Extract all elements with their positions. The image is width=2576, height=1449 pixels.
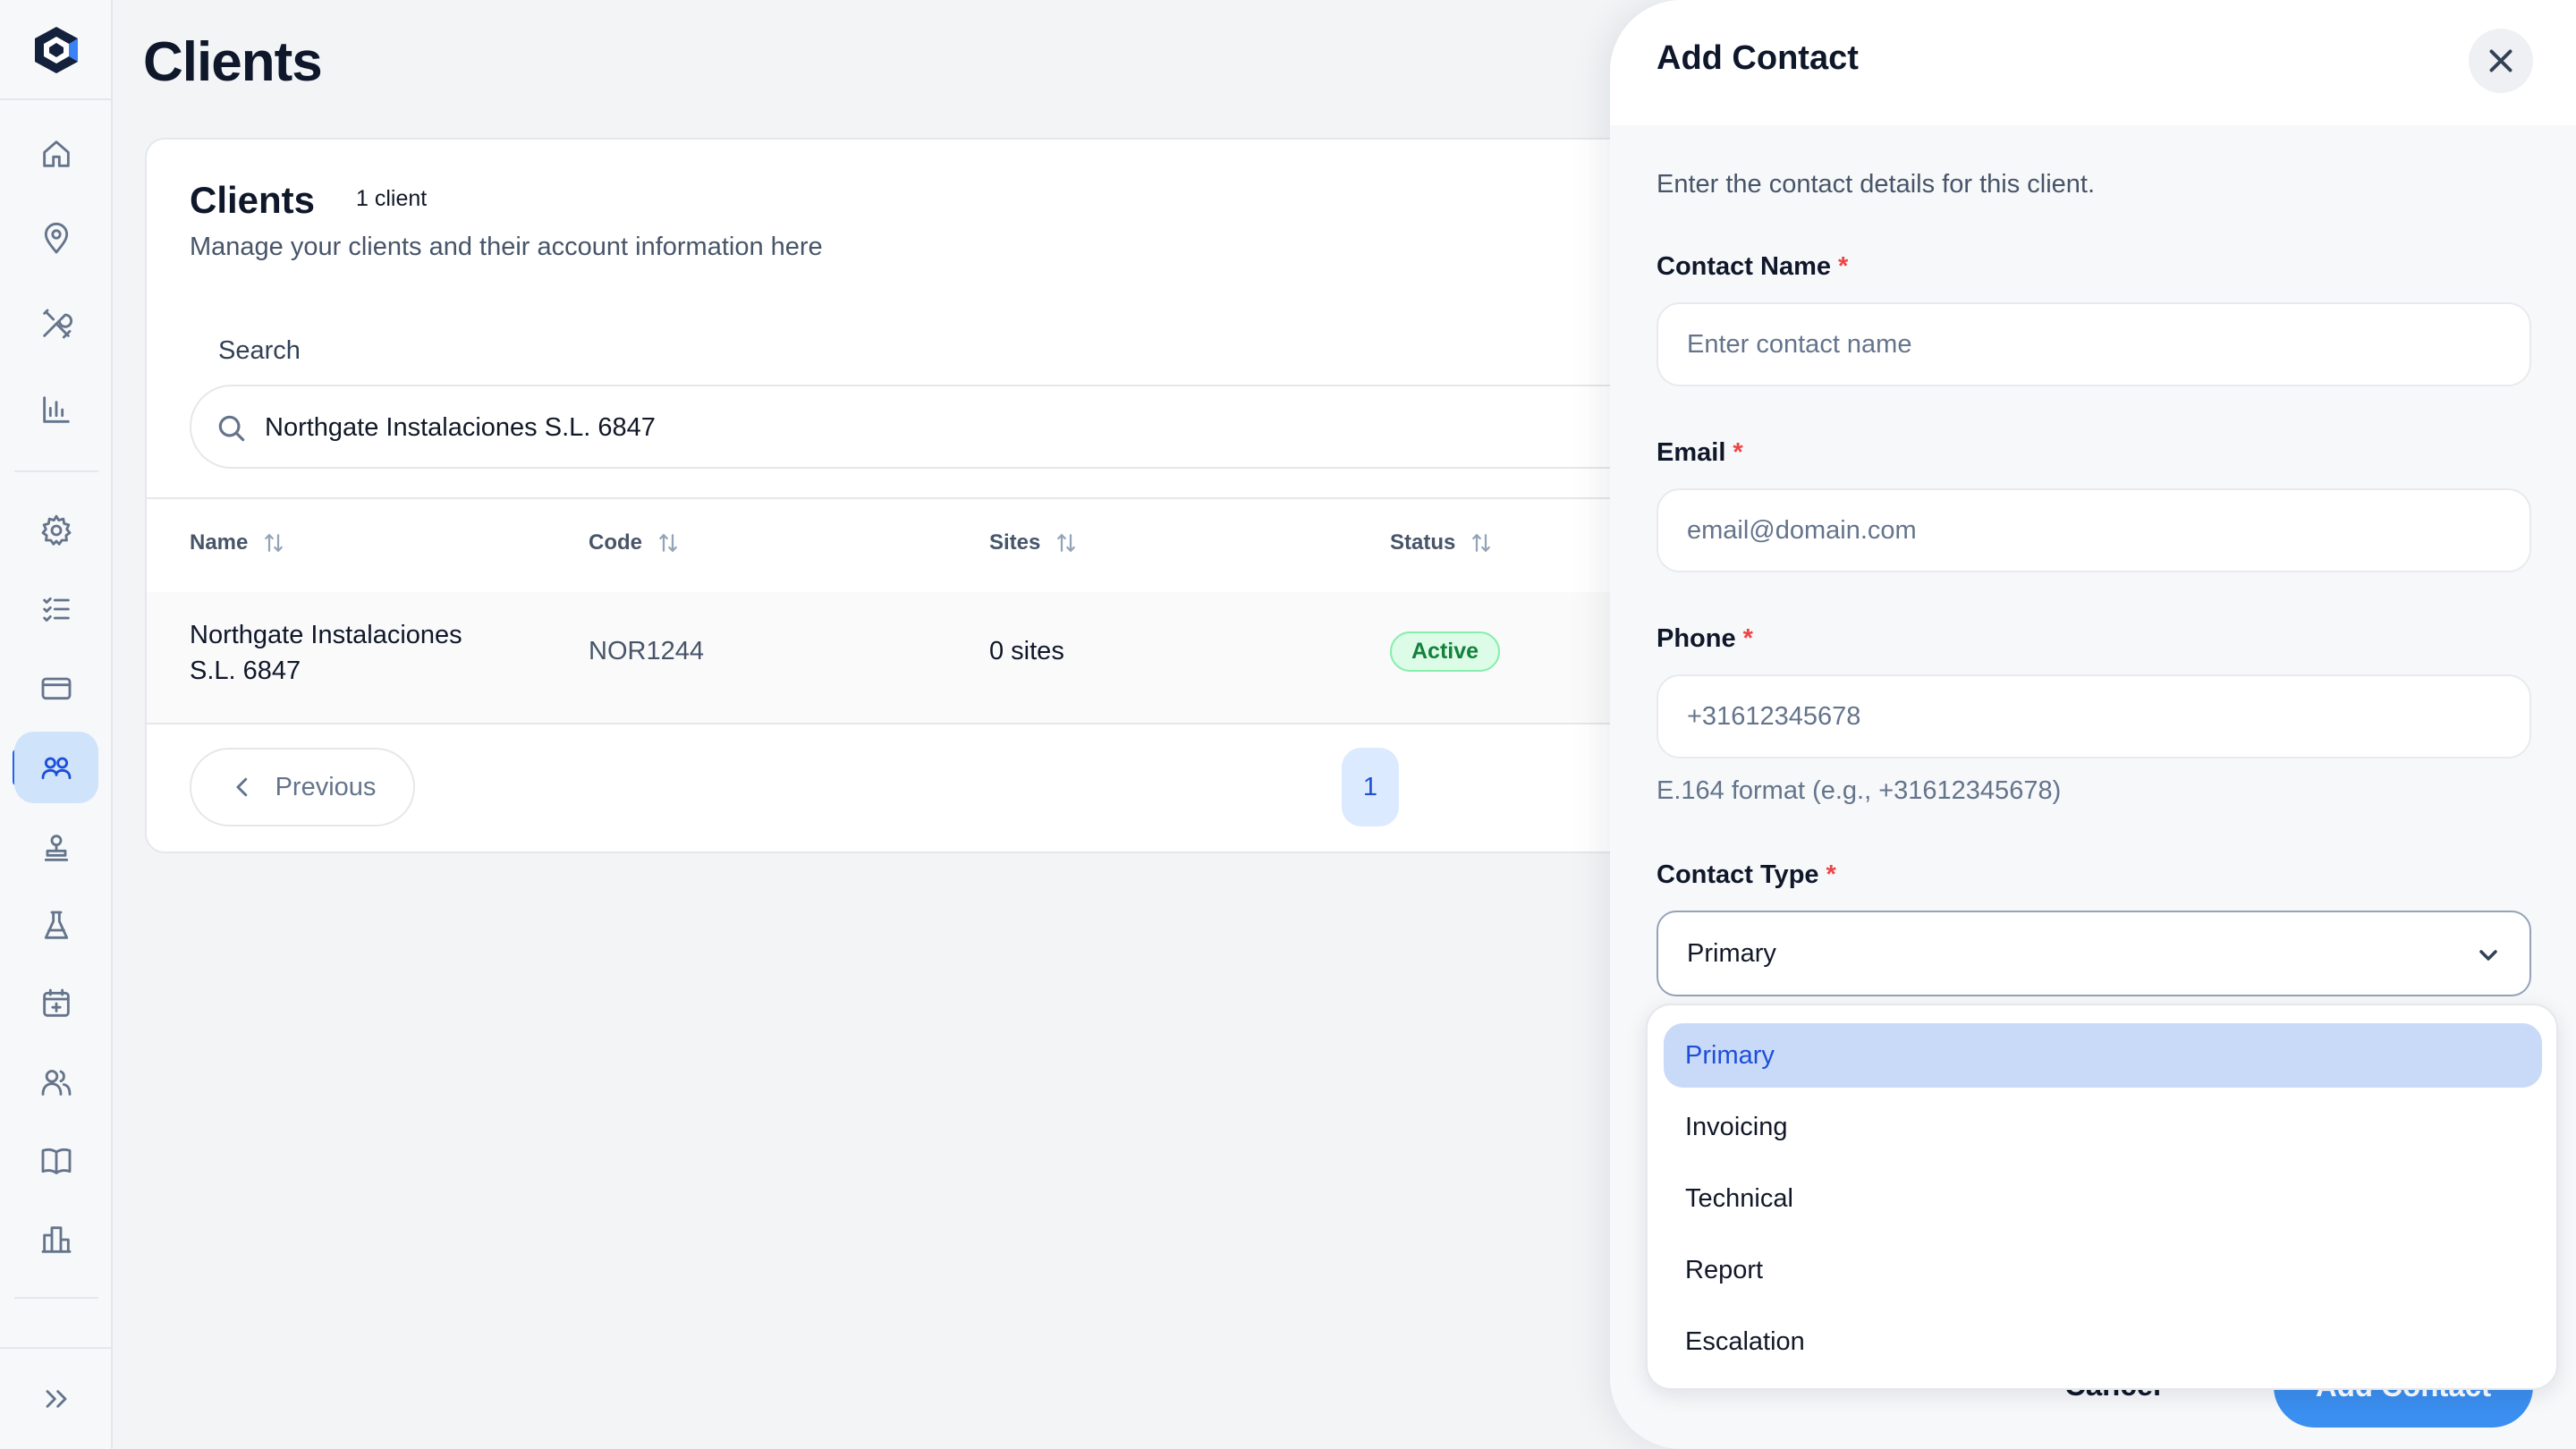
book-icon <box>41 1148 72 1174</box>
sidebar-item-calendar[interactable] <box>14 968 98 1039</box>
email-input[interactable] <box>1657 488 2531 572</box>
app-logo-icon[interactable] <box>33 25 80 75</box>
tools-icon <box>43 309 73 339</box>
sidebar-divider <box>0 1347 113 1349</box>
checklist-icon <box>43 597 70 622</box>
email-label: Email * <box>1657 438 1743 467</box>
previous-page-button[interactable]: Previous <box>190 748 415 826</box>
sidebar-item-tasks[interactable] <box>14 573 98 645</box>
drawer-title: Add Contact <box>1657 39 1859 77</box>
sidebar-item-docs[interactable] <box>14 1125 98 1197</box>
previous-label: Previous <box>275 772 377 801</box>
column-header-sites[interactable]: Sites <box>989 530 1080 556</box>
bar-chart-icon <box>43 396 70 423</box>
sidebar-item-settings[interactable] <box>14 495 98 566</box>
contact-type-value: Primary <box>1687 939 1776 968</box>
search-icon <box>218 415 245 442</box>
chevron-left-icon <box>236 777 247 797</box>
required-marker: * <box>1742 624 1753 653</box>
close-button[interactable] <box>2469 29 2533 93</box>
contact-name-input[interactable] <box>1657 302 2531 386</box>
clients-icon <box>41 757 72 780</box>
column-header-status[interactable]: Status <box>1390 530 1495 556</box>
home-icon <box>43 140 70 167</box>
phone-helper-text: E.164 format (e.g., +31612345678) <box>1657 776 2062 805</box>
sort-icon <box>659 533 677 553</box>
flask-icon <box>44 911 69 939</box>
sidebar-item-home[interactable] <box>14 118 98 190</box>
contact-name-label: Contact Name * <box>1657 252 1849 281</box>
required-marker: * <box>1733 438 1743 467</box>
sidebar-item-analytics[interactable] <box>14 374 98 445</box>
sidebar-divider <box>14 1297 98 1299</box>
sidebar-item-clients[interactable] <box>14 732 98 803</box>
credit-card-icon <box>41 677 72 700</box>
gear-icon <box>41 514 72 546</box>
phone-label: Phone * <box>1657 624 1753 653</box>
row-code: NOR1244 <box>589 637 704 665</box>
sidebar-item-lab[interactable] <box>14 890 98 962</box>
sidebar-divider <box>0 98 113 100</box>
sort-icon <box>1472 533 1491 553</box>
contact-type-label: Contact Type * <box>1657 860 1836 889</box>
option-invoicing[interactable]: Invoicing <box>1664 1095 2542 1159</box>
chevron-down-icon <box>2479 950 2497 961</box>
calendar-plus-icon <box>43 988 70 1017</box>
close-icon <box>2489 49 2512 72</box>
sort-icon <box>265 533 284 553</box>
sidebar <box>0 0 113 1449</box>
sidebar-item-tools[interactable] <box>14 288 98 360</box>
sort-icon <box>1057 533 1076 553</box>
sidebar-item-locations[interactable] <box>14 203 98 275</box>
sidebar-item-billing[interactable] <box>14 652 98 724</box>
sidebar-expand-button[interactable] <box>14 1363 98 1435</box>
option-report[interactable]: Report <box>1664 1238 2542 1302</box>
map-pin-icon <box>44 223 69 254</box>
sidebar-item-approvals[interactable] <box>14 812 98 884</box>
buildings-icon <box>41 1226 72 1253</box>
row-name[interactable]: Northgate Instalaciones S.L. 6847 <box>190 617 512 689</box>
page-title: Clients <box>143 31 323 93</box>
sidebar-item-sites[interactable] <box>14 1204 98 1275</box>
option-escalation[interactable]: Escalation <box>1664 1309 2542 1374</box>
option-primary[interactable]: Primary <box>1664 1023 2542 1088</box>
drawer-description: Enter the contact details for this clien… <box>1657 170 2096 199</box>
page-number-button[interactable]: 1 <box>1342 748 1399 826</box>
sidebar-divider <box>14 470 98 472</box>
phone-input[interactable] <box>1657 674 2531 758</box>
row-sites: 0 sites <box>989 637 1064 665</box>
required-marker: * <box>1838 252 1849 281</box>
card-title: Clients <box>190 179 316 221</box>
card-description: Manage your clients and their account in… <box>190 233 823 261</box>
client-count: 1 client <box>356 186 428 211</box>
users-icon <box>41 1070 72 1096</box>
search-value[interactable]: Northgate Instalaciones S.L. 6847 <box>265 413 656 443</box>
required-marker: * <box>1826 860 1836 889</box>
search-label: Search <box>218 336 301 365</box>
option-technical[interactable]: Technical <box>1664 1166 2542 1231</box>
stamp-icon <box>44 835 69 861</box>
expand-icon <box>46 1390 67 1408</box>
column-header-name[interactable]: Name <box>190 530 287 556</box>
drawer-header: Add Contact <box>1610 0 2576 125</box>
sidebar-item-users[interactable] <box>14 1046 98 1118</box>
status-badge: Active <box>1390 631 1501 672</box>
column-header-code[interactable]: Code <box>589 530 682 556</box>
contact-type-dropdown: Primary Invoicing Technical Report Escal… <box>1646 1004 2558 1390</box>
contact-type-select[interactable]: Primary <box>1657 911 2531 996</box>
